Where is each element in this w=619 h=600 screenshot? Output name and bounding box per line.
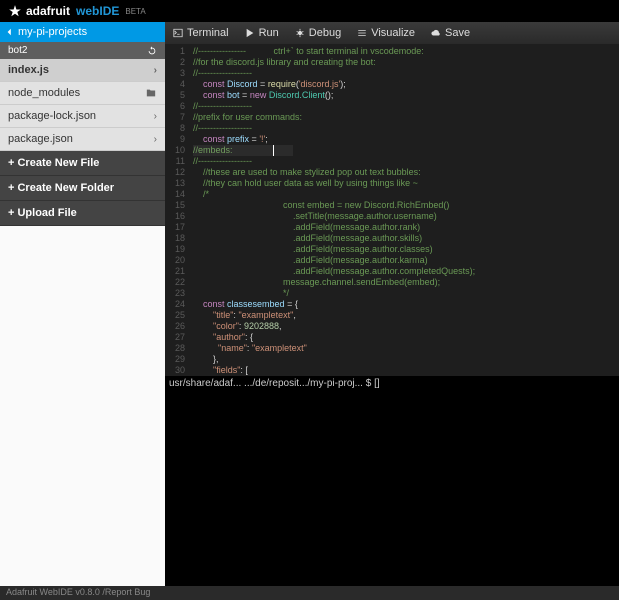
- terminal-panel[interactable]: usr/share/adaf... .../de/reposit.../my-p…: [165, 376, 619, 586]
- save-button[interactable]: Save: [423, 22, 478, 44]
- toolbar-label: Run: [259, 27, 279, 39]
- debug-button[interactable]: Debug: [287, 22, 349, 44]
- bug-icon: [295, 28, 305, 38]
- run-button[interactable]: Run: [237, 22, 287, 44]
- chevron-left-icon: [6, 28, 14, 36]
- brand-text-a: adafruit: [26, 4, 70, 18]
- toolbar-label: Save: [445, 27, 470, 39]
- sidebar-action[interactable]: + Create New File: [0, 151, 165, 176]
- toolbar-label: Debug: [309, 27, 341, 39]
- file-item[interactable]: package-lock.json ›: [0, 105, 165, 128]
- file-item[interactable]: index.js ›: [0, 59, 165, 82]
- beta-badge: BETA: [125, 7, 145, 16]
- play-icon: [245, 28, 255, 38]
- sidebar-action[interactable]: + Upload File: [0, 201, 165, 226]
- refresh-icon[interactable]: [147, 46, 157, 56]
- breadcrumb-label: my-pi-projects: [18, 26, 87, 38]
- folder-header: bot2: [0, 42, 165, 59]
- cloud-icon: [431, 28, 441, 38]
- terminal-icon: [173, 28, 183, 38]
- file-name: package-lock.json: [8, 110, 96, 122]
- chevron-right-icon: ›: [154, 134, 157, 145]
- eye-icon: [357, 28, 367, 38]
- terminal-output: usr/share/adaf... .../de/reposit.../my-p…: [169, 378, 380, 389]
- file-name: index.js: [8, 64, 49, 76]
- file-name: node_modules: [8, 87, 80, 99]
- file-item[interactable]: package.json ›: [0, 128, 165, 151]
- code-editor[interactable]: 1234567891011121314151617181920212223242…: [165, 44, 619, 586]
- sidebar-action[interactable]: + Create New Folder: [0, 176, 165, 201]
- status-bar[interactable]: Adafruit WebIDE v0.8.0 /Report Bug: [0, 586, 619, 600]
- editor-toolbar: Terminal Run Debug Visualize Save: [165, 22, 619, 44]
- toolbar-label: Terminal: [187, 27, 229, 39]
- chevron-right-icon: ›: [154, 65, 157, 76]
- file-name: package.json: [8, 133, 73, 145]
- logo-icon: [8, 4, 22, 18]
- folder-icon: [145, 88, 157, 98]
- breadcrumb[interactable]: my-pi-projects: [0, 22, 165, 42]
- toolbar-label: Visualize: [371, 27, 415, 39]
- visualize-button[interactable]: Visualize: [349, 22, 423, 44]
- terminal-button[interactable]: Terminal: [165, 22, 237, 44]
- folder-title: bot2: [8, 45, 27, 56]
- topbar: adafruit webIDE BETA: [0, 0, 619, 22]
- brand-text-b: webIDE: [76, 4, 119, 18]
- file-item[interactable]: node_modules: [0, 82, 165, 105]
- sidebar: my-pi-projects bot2 index.js › node_module…: [0, 22, 165, 586]
- chevron-right-icon: ›: [154, 111, 157, 122]
- status-text: Adafruit WebIDE v0.8.0 /Report Bug: [6, 587, 150, 597]
